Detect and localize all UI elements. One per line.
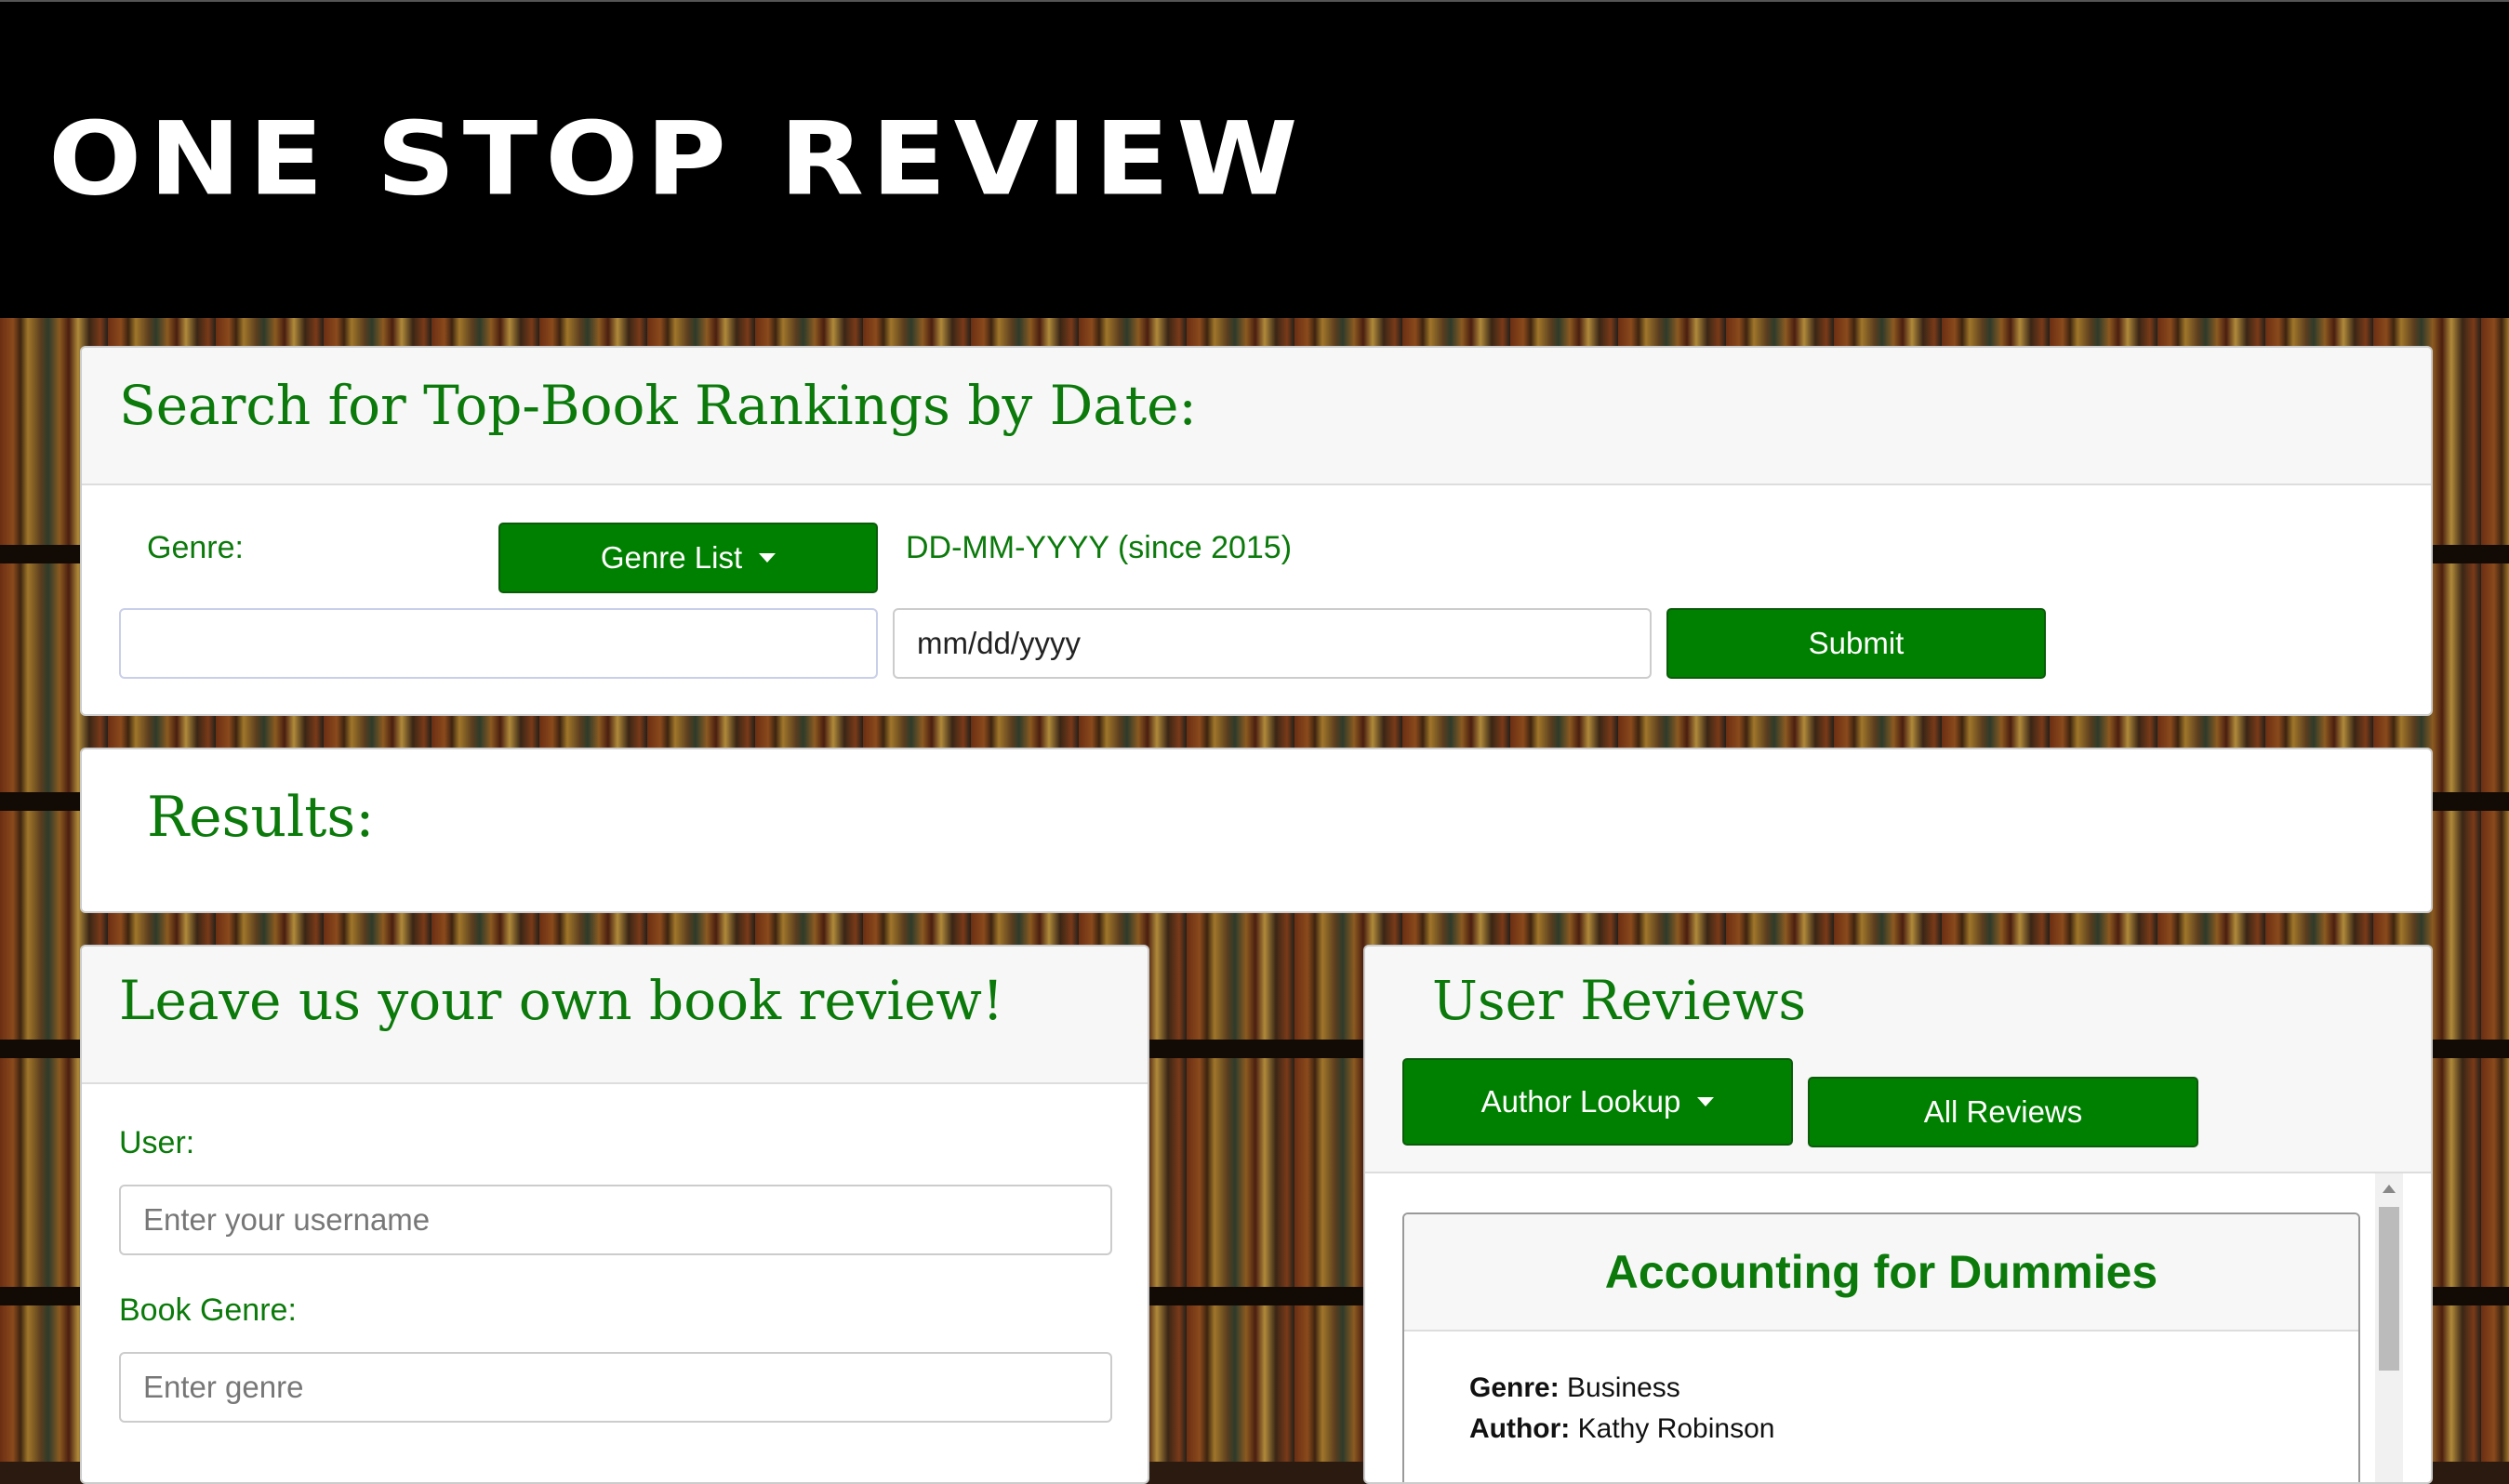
site-header: ONE STOP REVIEW — [0, 0, 2509, 318]
genre-list-dropdown[interactable]: Genre List — [498, 523, 878, 593]
site-title: ONE STOP REVIEW — [48, 99, 1306, 219]
search-card: Search for Top-Book Rankings by Date: Ge… — [80, 346, 2433, 716]
review-form-card: Leave us your own book review! User: Ent… — [80, 945, 1149, 1484]
user-reviews-header: User Reviews Author Lookup All Reviews — [1365, 947, 2431, 1173]
search-title: Search for Top-Book Rankings by Date: — [119, 374, 1197, 437]
user-label: User: — [119, 1125, 195, 1160]
book-genre-input[interactable]: Enter genre — [119, 1352, 1112, 1423]
reviews-scroll-area[interactable]: Accounting for Dummies Genre: Business A… — [1365, 1173, 2431, 1482]
review-form-header: Leave us your own book review! — [82, 947, 1148, 1084]
genre-label: Genre: — [147, 530, 244, 565]
date-format-hint: DD-MM-YYYY (since 2015) — [906, 530, 1293, 565]
review-author-label: Author: — [1469, 1413, 1571, 1444]
author-lookup-label: Author Lookup — [1480, 1084, 1681, 1119]
review-author-line: Author: Kathy Robinson — [1469, 1413, 1774, 1445]
review-book-title: Accounting for Dummies — [1604, 1246, 2158, 1298]
scroll-up-arrow-icon[interactable] — [2383, 1185, 2396, 1193]
user-reviews-title: User Reviews — [1432, 969, 1807, 1032]
review-item: Accounting for Dummies Genre: Business A… — [1402, 1212, 2360, 1482]
user-reviews-card: User Reviews Author Lookup All Reviews A… — [1363, 945, 2433, 1484]
username-placeholder: Enter your username — [143, 1202, 431, 1237]
date-input-placeholder: mm/dd/yyyy — [917, 626, 1082, 660]
review-genre-label: Genre: — [1469, 1372, 1560, 1403]
book-genre-label: Book Genre: — [119, 1292, 297, 1328]
results-title: Results: — [147, 785, 375, 850]
results-card: Results: — [80, 748, 2433, 913]
book-genre-placeholder: Enter genre — [143, 1370, 304, 1404]
scrollbar-thumb[interactable] — [2379, 1207, 2399, 1371]
review-author-value: Kathy Robinson — [1577, 1413, 1775, 1444]
reviews-scrollbar[interactable] — [2375, 1173, 2403, 1482]
date-input[interactable]: mm/dd/yyyy — [893, 608, 1652, 679]
review-item-header: Accounting for Dummies — [1404, 1214, 2358, 1332]
caret-down-icon — [759, 553, 777, 563]
search-card-header: Search for Top-Book Rankings by Date: — [82, 348, 2431, 485]
genre-list-label: Genre List — [600, 540, 743, 575]
review-form-title: Leave us your own book review! — [119, 969, 1004, 1032]
caret-down-icon — [1697, 1097, 1715, 1106]
review-genre-value: Business — [1567, 1372, 1680, 1403]
genre-input[interactable] — [119, 608, 878, 679]
submit-button[interactable]: Submit — [1666, 608, 2046, 679]
all-reviews-button[interactable]: All Reviews — [1808, 1077, 2198, 1147]
review-genre-line: Genre: Business — [1469, 1372, 1680, 1404]
author-lookup-dropdown[interactable]: Author Lookup — [1402, 1058, 1793, 1146]
username-input[interactable]: Enter your username — [119, 1185, 1112, 1255]
